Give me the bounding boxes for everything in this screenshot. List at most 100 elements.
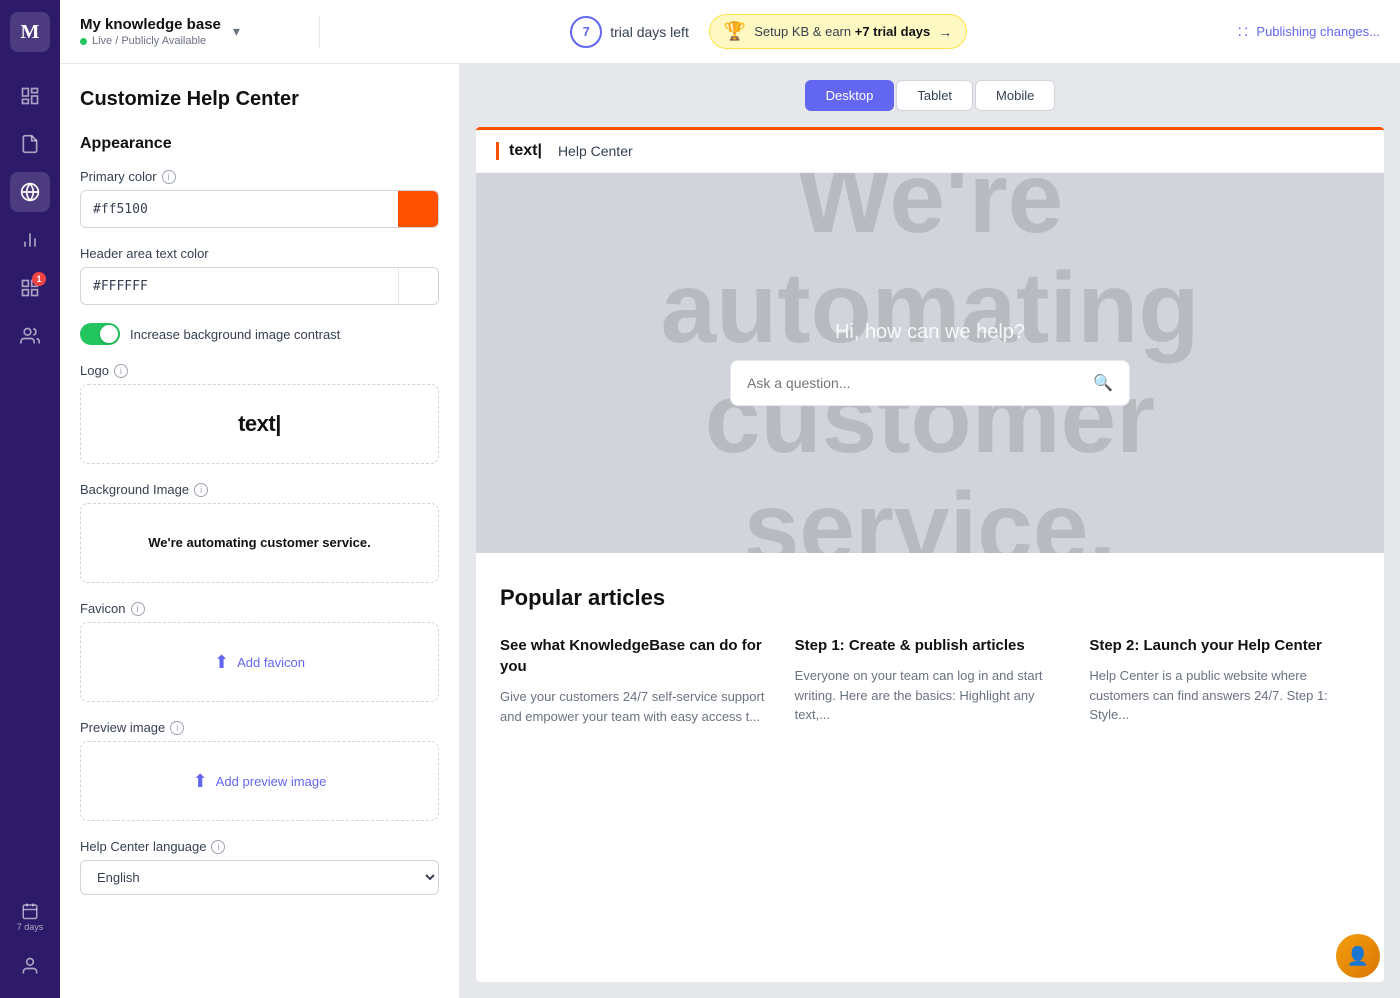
- header-text-color-swatch[interactable]: [398, 268, 438, 304]
- hc-hero: We're automating customer service. Hi, h…: [476, 173, 1384, 553]
- sidebar-item-chart[interactable]: [10, 220, 50, 260]
- topbar-right: :: Publishing changes...: [1218, 23, 1380, 41]
- preview-image-upload-box[interactable]: ⬆ Add preview image: [80, 741, 439, 821]
- primary-color-input-row: [80, 190, 439, 228]
- primary-color-input[interactable]: [81, 194, 398, 225]
- primary-color-label: Primary color i: [80, 169, 439, 184]
- calendar-label: 7 days: [17, 922, 44, 932]
- contrast-toggle[interactable]: [80, 323, 120, 345]
- upload-icon: ⬆: [214, 652, 229, 673]
- avatar-image: 👤: [1336, 934, 1380, 978]
- hero-content: Hi, how can we help? 🔍: [496, 321, 1364, 406]
- tab-desktop[interactable]: Desktop: [805, 80, 895, 111]
- hc-nav-logo: text|: [509, 142, 542, 160]
- add-favicon-button[interactable]: ⬆ Add favicon: [214, 652, 305, 673]
- status-dot: [80, 38, 87, 45]
- article-card-3: Step 2: Launch your Help Center Help Cen…: [1089, 635, 1360, 726]
- hero-search-input[interactable]: [747, 375, 1083, 391]
- background-image-text: We're automating customer service.: [148, 533, 371, 553]
- left-panel: Customize Help Center Appearance Primary…: [60, 64, 460, 998]
- publishing-dots-icon: ::: [1238, 23, 1251, 41]
- panel-title: Customize Help Center: [80, 88, 439, 111]
- hc-popular: Popular articles See what KnowledgeBase …: [476, 553, 1384, 758]
- appearance-heading: Appearance: [80, 135, 439, 153]
- language-select[interactable]: English Spanish French German: [80, 860, 439, 895]
- popular-articles-title: Popular articles: [500, 585, 1360, 611]
- trial-days-text: trial days left: [610, 24, 689, 40]
- preview-tabs: Desktop Tablet Mobile: [460, 64, 1400, 127]
- favicon-info-icon[interactable]: i: [131, 602, 145, 616]
- article-desc-3: Help Center is a public website where cu…: [1089, 666, 1360, 725]
- article-desc-1: Give your customers 24/7 self-service su…: [500, 687, 771, 726]
- preview-image-field: Preview image i ⬆ Add preview image: [80, 720, 439, 821]
- earn-arrow-icon: →: [938, 24, 952, 40]
- preview-upload-icon: ⬆: [193, 771, 208, 792]
- language-label: Help Center language i: [80, 839, 439, 854]
- tab-mobile[interactable]: Mobile: [975, 80, 1055, 111]
- sidebar-item-home[interactable]: [10, 76, 50, 116]
- sidebar-item-globe[interactable]: [10, 172, 50, 212]
- preview-frame: text| Help Center We're automating custo…: [476, 127, 1384, 982]
- article-card-2: Step 1: Create & publish articles Everyo…: [795, 635, 1066, 726]
- article-title-2: Step 1: Create & publish articles: [795, 635, 1066, 656]
- user-avatar[interactable]: 👤: [1336, 934, 1380, 978]
- hc-logo-bar: [496, 142, 499, 160]
- preview-image-info-icon[interactable]: i: [170, 721, 184, 735]
- primary-color-info-icon[interactable]: i: [162, 170, 176, 184]
- sidebar-item-calendar[interactable]: 7 days: [10, 896, 50, 938]
- kb-status: Live / Publicly Available: [80, 35, 221, 47]
- sidebar-item-apps[interactable]: 1: [10, 268, 50, 308]
- hero-subtitle: Hi, how can we help?: [496, 321, 1364, 344]
- trial-badge: 7 trial days left: [570, 16, 689, 48]
- article-title-1: See what KnowledgeBase can do for you: [500, 635, 771, 677]
- hc-nav: text| Help Center: [476, 130, 1384, 173]
- language-info-icon[interactable]: i: [211, 840, 225, 854]
- header-text-color-field: Header area text color: [80, 246, 439, 305]
- logo-upload-box[interactable]: text|: [80, 384, 439, 464]
- logo-preview-text: text|: [238, 411, 281, 437]
- add-preview-image-button[interactable]: ⬆ Add preview image: [193, 771, 327, 792]
- search-icon: 🔍: [1093, 373, 1113, 393]
- background-image-field: Background Image i We're automating cust…: [80, 482, 439, 583]
- sidebar-item-document[interactable]: [10, 124, 50, 164]
- content-area: Customize Help Center Appearance Primary…: [60, 64, 1400, 998]
- favicon-field: Favicon i ⬆ Add favicon: [80, 601, 439, 702]
- favicon-label: Favicon i: [80, 601, 439, 616]
- contrast-toggle-label: Increase background image contrast: [130, 327, 340, 342]
- sidebar-item-users[interactable]: [10, 316, 50, 356]
- preview-area: Desktop Tablet Mobile text| Help Center …: [460, 64, 1400, 998]
- contrast-toggle-row: Increase background image contrast: [80, 323, 439, 345]
- sidebar: M 1 7 days: [0, 0, 60, 998]
- sidebar-logo[interactable]: M: [10, 12, 50, 52]
- header-text-color-input-row: [80, 267, 439, 305]
- logo-info-icon[interactable]: i: [114, 364, 128, 378]
- kb-name: My knowledge base: [80, 16, 221, 33]
- hc-nav-title: Help Center: [558, 143, 633, 159]
- preview-image-label: Preview image i: [80, 720, 439, 735]
- article-title-3: Step 2: Launch your Help Center: [1089, 635, 1360, 656]
- hero-search: 🔍: [730, 360, 1130, 406]
- topbar-center: 7 trial days left 🏆 Setup KB & earn +7 t…: [320, 14, 1218, 49]
- article-card-1: See what KnowledgeBase can do for you Gi…: [500, 635, 771, 726]
- background-image-label: Background Image i: [80, 482, 439, 497]
- trial-days-number: 7: [570, 16, 602, 48]
- background-image-box[interactable]: We're automating customer service.: [80, 503, 439, 583]
- favicon-upload-box[interactable]: ⬆ Add favicon: [80, 622, 439, 702]
- background-image-info-icon[interactable]: i: [194, 483, 208, 497]
- primary-color-field: Primary color i: [80, 169, 439, 228]
- sidebar-item-profile[interactable]: [10, 946, 50, 986]
- tab-tablet[interactable]: Tablet: [896, 80, 973, 111]
- publishing-button[interactable]: :: Publishing changes...: [1238, 23, 1380, 41]
- header-text-color-label: Header area text color: [80, 246, 439, 261]
- topbar: My knowledge base Live / Publicly Availa…: [60, 0, 1400, 64]
- language-field: Help Center language i English Spanish F…: [80, 839, 439, 895]
- earn-button[interactable]: 🏆 Setup KB & earn +7 trial days →: [709, 14, 967, 49]
- earn-text: Setup KB & earn +7 trial days: [754, 24, 930, 39]
- logo-label: Logo i: [80, 363, 439, 378]
- logo-field: Logo i text|: [80, 363, 439, 464]
- kb-section: My knowledge base Live / Publicly Availa…: [80, 16, 320, 47]
- header-text-color-input[interactable]: [81, 271, 398, 302]
- article-desc-2: Everyone on your team can log in and sta…: [795, 666, 1066, 725]
- kb-dropdown-chevron[interactable]: ▾: [233, 23, 240, 40]
- primary-color-swatch[interactable]: [398, 191, 438, 227]
